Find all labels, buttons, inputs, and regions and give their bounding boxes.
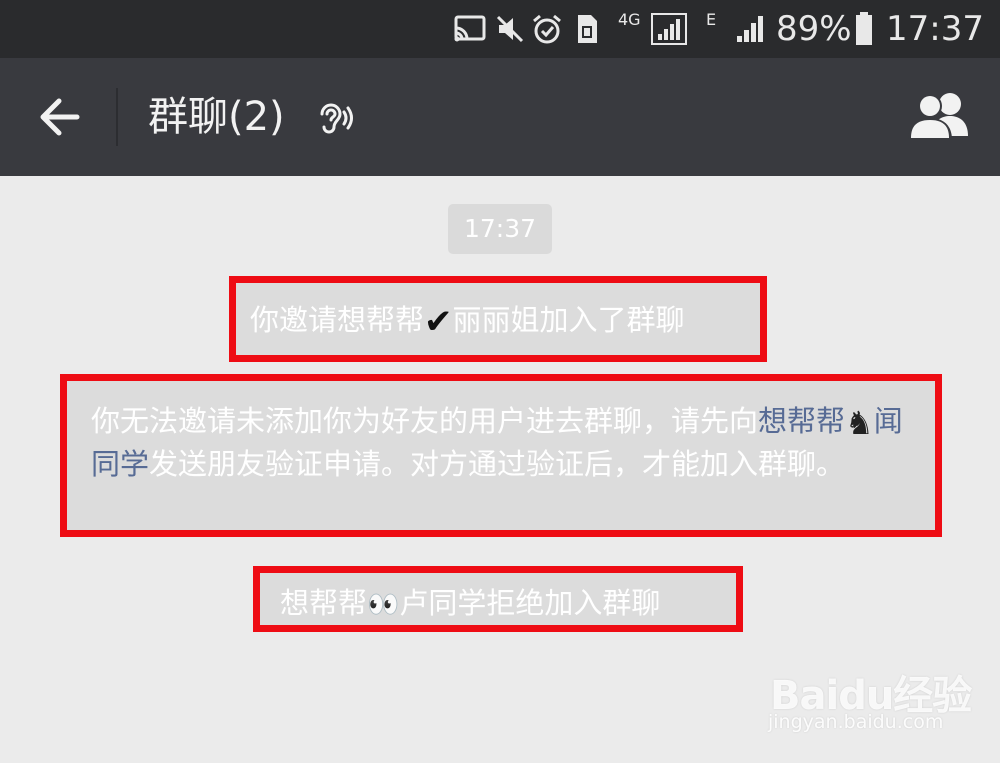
group-members-icon xyxy=(908,93,968,140)
chat-title: 群聊(2) xyxy=(148,94,285,140)
cast-icon xyxy=(452,12,488,46)
message-part: 卢同学拒绝加入群聊 xyxy=(399,586,661,620)
network-type-label: 4G xyxy=(618,10,641,29)
message-timestamp: 17:37 xyxy=(448,204,552,254)
alarm-icon xyxy=(530,12,564,46)
checkmark-emoji: ✔ xyxy=(424,302,453,342)
system-message-text: 想帮帮👀卢同学拒绝加入群聊 xyxy=(280,583,660,625)
sim-icon xyxy=(574,12,600,46)
message-part: 丽丽姐加入了群聊 xyxy=(452,303,685,337)
user-link[interactable]: 想帮帮 xyxy=(758,404,845,438)
title-divider xyxy=(116,88,118,146)
secondary-network-label: E xyxy=(706,10,717,29)
battery-icon xyxy=(854,12,874,46)
message-part: 发送朋友验证申请。对方通过验证后，才能加入群聊。 xyxy=(149,446,846,481)
signal-icon xyxy=(650,12,688,46)
knight-emoji: ♞ xyxy=(845,403,874,442)
mute-icon xyxy=(494,12,526,46)
message-part: 你邀请想帮帮 xyxy=(250,303,425,337)
group-members-button[interactable] xyxy=(904,90,978,144)
system-message-invited: 你邀请想帮帮✔丽丽姐加入了群聊 xyxy=(229,276,767,362)
system-message-text: 你邀请想帮帮✔丽丽姐加入了群聊 xyxy=(250,301,685,341)
signal-icon xyxy=(734,12,766,46)
message-part: 你无法邀请未添加你为好友的用户进去群聊，请先向 xyxy=(91,404,759,438)
back-button[interactable] xyxy=(30,88,88,146)
battery-percent: 89% xyxy=(776,9,852,49)
system-message-cannot-invite: 你无法邀请未添加你为好友的用户进去群聊，请先向想帮帮♞闻同学发送朋友验证申请。对… xyxy=(60,374,942,537)
eyes-emoji: 👀 xyxy=(367,590,400,620)
earpiece-mode-icon xyxy=(312,98,356,142)
title-bar: 群聊(2) xyxy=(0,58,1000,176)
status-bar: 4G E 89% 17:37 xyxy=(0,0,1000,58)
back-arrow-icon xyxy=(40,98,80,136)
message-part: 想帮帮 xyxy=(280,586,368,620)
chat-area[interactable]: 17:37 你邀请想帮帮✔丽丽姐加入了群聊 你无法邀请未添加你为好友的用户进去群… xyxy=(0,176,1000,763)
status-time: 17:37 xyxy=(886,9,984,49)
system-message-text: 你无法邀请未添加你为好友的用户进去群聊，请先向想帮帮♞闻同学发送朋友验证申请。对… xyxy=(91,401,921,485)
system-message-declined: 想帮帮👀卢同学拒绝加入群聊 xyxy=(253,566,743,632)
